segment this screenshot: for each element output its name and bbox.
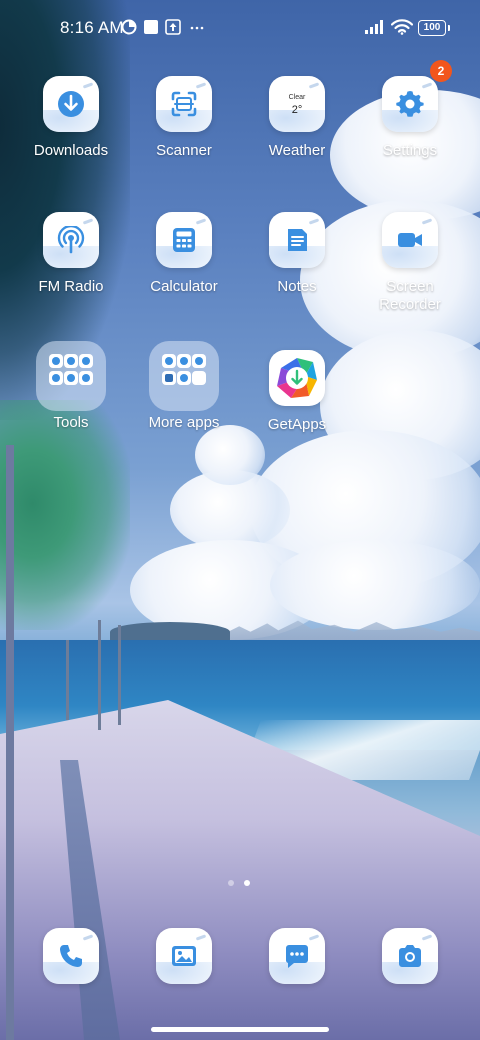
phone-icon <box>43 928 99 984</box>
app-label-line2: Recorder <box>379 296 441 313</box>
app-getapps[interactable]: GetApps <box>241 350 353 434</box>
app-label: Notes <box>277 278 317 295</box>
getapps-icon <box>269 350 325 406</box>
upload-icon <box>165 19 181 35</box>
radio-signal-icon <box>43 212 99 268</box>
download-arrow-icon <box>43 76 99 132</box>
home-screen: 8:16 AM 100 Downloads Scanner Clear 2° W… <box>0 0 480 1040</box>
folder-more-apps[interactable]: More apps <box>128 341 240 432</box>
video-camera-icon <box>382 212 438 268</box>
dock-gallery[interactable] <box>128 928 240 984</box>
weather-condition: Clear <box>288 94 306 101</box>
weather-icon: Clear 2° <box>269 76 325 132</box>
app-screen-recorder[interactable]: Screen Recorder <box>354 212 466 314</box>
app-fm-radio[interactable]: FM Radio <box>15 212 127 296</box>
app-label: Settings <box>382 142 438 159</box>
app-label: GetApps <box>267 416 327 433</box>
dock-camera[interactable] <box>354 928 466 984</box>
message-bubble-icon <box>269 928 325 984</box>
calculator-icon <box>156 212 212 268</box>
wifi-icon <box>391 19 413 35</box>
app-label: Scanner <box>156 142 212 159</box>
app-label: Weather <box>268 142 326 159</box>
app-label-line1: Screen <box>386 278 434 295</box>
page-indicator[interactable] <box>226 880 256 888</box>
signal-icon <box>365 20 383 34</box>
camera-icon <box>382 928 438 984</box>
app-label: FM Radio <box>38 278 104 295</box>
folder-icon <box>36 341 106 411</box>
folder-tools[interactable]: Tools <box>15 341 127 432</box>
gear-icon <box>382 76 438 132</box>
app-calculator[interactable]: Calculator <box>128 212 240 296</box>
notification-square-icon <box>144 20 158 34</box>
battery-icon: 100 <box>418 20 450 36</box>
app-label: Calculator <box>150 278 218 295</box>
status-time: 8:16 AM <box>60 18 124 37</box>
more-dots-icon <box>190 26 204 30</box>
data-saver-icon <box>121 19 137 35</box>
app-settings[interactable]: Settings <box>354 76 466 160</box>
settings-notification-badge: 2 <box>430 60 452 82</box>
page-dot-1[interactable] <box>228 880 234 886</box>
scan-frame-icon <box>156 76 212 132</box>
notes-icon <box>269 212 325 268</box>
home-gesture-bar[interactable] <box>151 1027 329 1032</box>
weather-temperature: 2° <box>291 104 303 116</box>
app-label: Downloads <box>33 142 109 159</box>
dock-messages[interactable] <box>241 928 353 984</box>
app-scanner[interactable]: Scanner <box>128 76 240 160</box>
gallery-icon <box>156 928 212 984</box>
app-label: More apps <box>148 414 220 431</box>
battery-level: 100 <box>423 22 441 33</box>
app-notes[interactable]: Notes <box>241 212 353 296</box>
dock-phone[interactable] <box>15 928 127 984</box>
app-downloads[interactable]: Downloads <box>15 76 127 160</box>
app-weather[interactable]: Clear 2° Weather <box>241 76 353 160</box>
page-dot-2-active[interactable] <box>244 880 250 886</box>
folder-icon <box>149 341 219 411</box>
status-bar: 8:16 AM 100 <box>0 0 480 56</box>
app-label: Tools <box>53 414 89 431</box>
